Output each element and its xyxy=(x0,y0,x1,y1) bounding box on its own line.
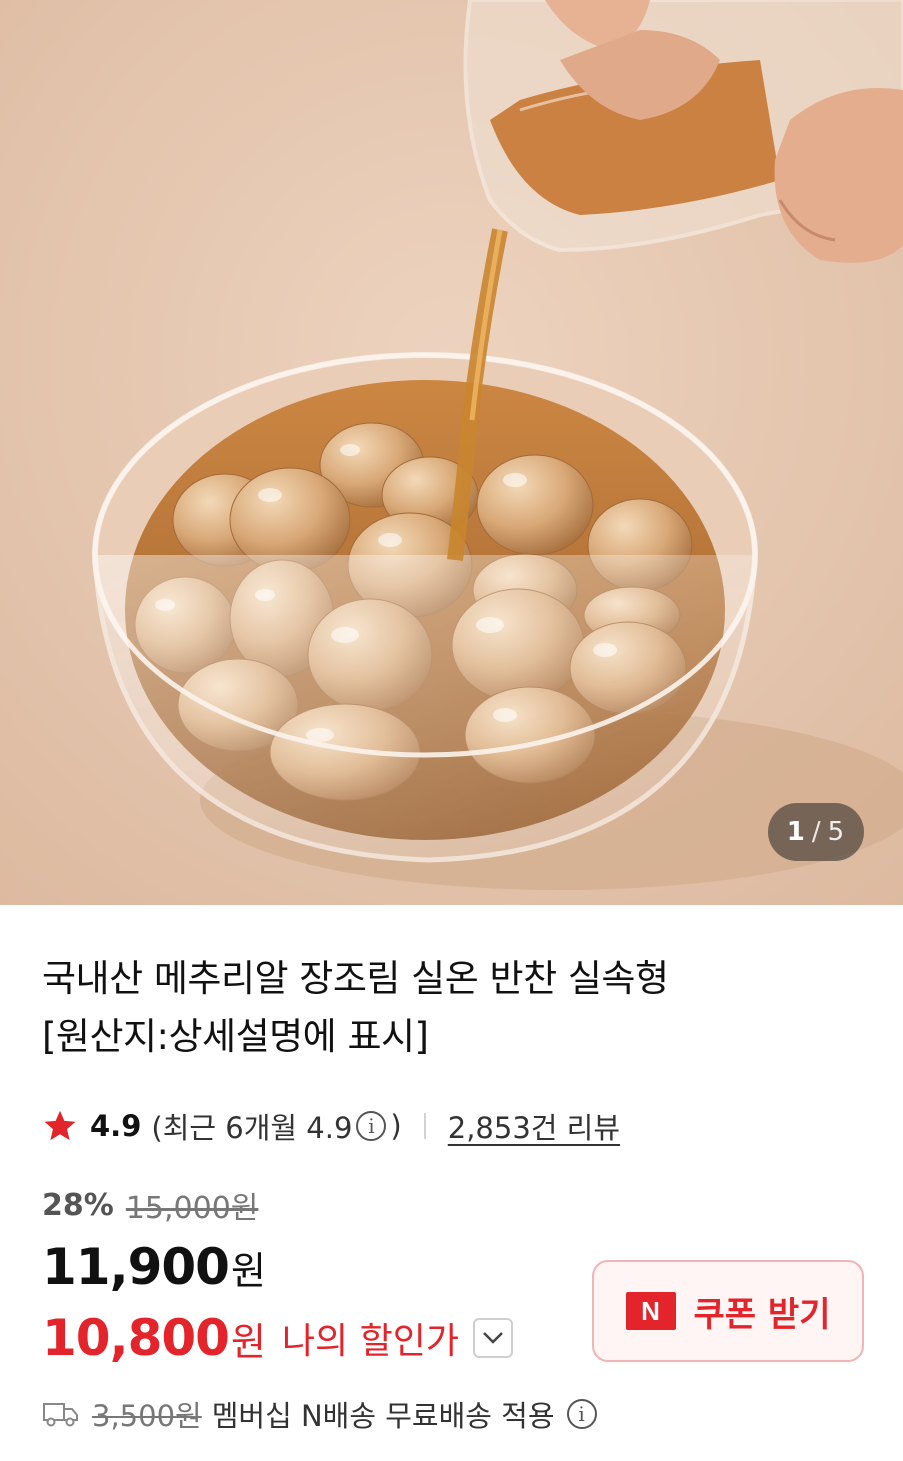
my-discount-price-label: 나의 할인가 xyxy=(281,1321,459,1362)
product-title: 국내산 메추리알 장조림 실온 반찬 실속형 [원산지:상세설명에 표시] xyxy=(42,950,862,1066)
star-icon xyxy=(44,1110,76,1141)
my-discount-price-row[interactable]: 10,800 원 나의 할인가 xyxy=(42,1305,513,1371)
shipping-row: 3,500원 멤버십 N배송 무료배송 적용 i xyxy=(42,1392,601,1436)
sale-price: 11,900 원 xyxy=(42,1238,266,1304)
product-title-line2: [원산지:상세설명에 표시] xyxy=(42,1015,429,1058)
chevron-down-icon xyxy=(483,1332,503,1344)
rating-row: 4.9 (최근 6개월 4.9 i ) 2,853건 리뷰 xyxy=(42,1104,620,1148)
discount-row: 28% 15,000원 xyxy=(42,1183,258,1227)
original-price: 15,000원 xyxy=(125,1191,259,1226)
shipping-text: 멤버십 N배송 무료배송 적용 xyxy=(211,1399,555,1433)
my-discount-price-currency: 원 xyxy=(230,1319,266,1364)
expand-price-button[interactable] xyxy=(472,1318,513,1358)
shipping-info-icon[interactable]: i xyxy=(566,1399,597,1429)
info-icon[interactable]: i xyxy=(356,1111,387,1141)
sale-price-currency: 원 xyxy=(230,1249,266,1293)
reviews-link[interactable]: 2,853건 리뷰 xyxy=(448,1105,620,1147)
recent-rating: (최근 6개월 4.9 i ) xyxy=(151,1105,401,1147)
truck-icon xyxy=(43,1403,78,1427)
pager-current: 1 xyxy=(786,817,806,847)
sale-price-value: 11,900 xyxy=(42,1238,230,1296)
image-pager: 1 / 5 xyxy=(768,803,864,861)
rating-score: 4.9 xyxy=(90,1109,142,1143)
divider xyxy=(423,1113,426,1139)
recent-rating-close: ) xyxy=(390,1109,402,1143)
pager-total: 5 xyxy=(827,817,846,847)
discount-rate: 28% xyxy=(42,1187,114,1223)
my-discount-price: 10,800 xyxy=(42,1309,230,1367)
product-photo xyxy=(0,0,903,905)
product-image-gallery[interactable]: 1 / 5 xyxy=(0,0,903,905)
naver-n-icon: N xyxy=(625,1292,676,1330)
shipping-fee: 3,500원 xyxy=(92,1399,202,1433)
coupon-button[interactable]: N 쿠폰 받기 xyxy=(592,1260,864,1362)
coupon-button-label: 쿠폰 받기 xyxy=(693,1294,831,1335)
pager-separator: / xyxy=(811,817,822,847)
product-title-line1: 국내산 메추리알 장조림 실온 반찬 실속형 xyxy=(42,957,669,1000)
recent-rating-text: (최근 6개월 4.9 xyxy=(151,1111,353,1145)
